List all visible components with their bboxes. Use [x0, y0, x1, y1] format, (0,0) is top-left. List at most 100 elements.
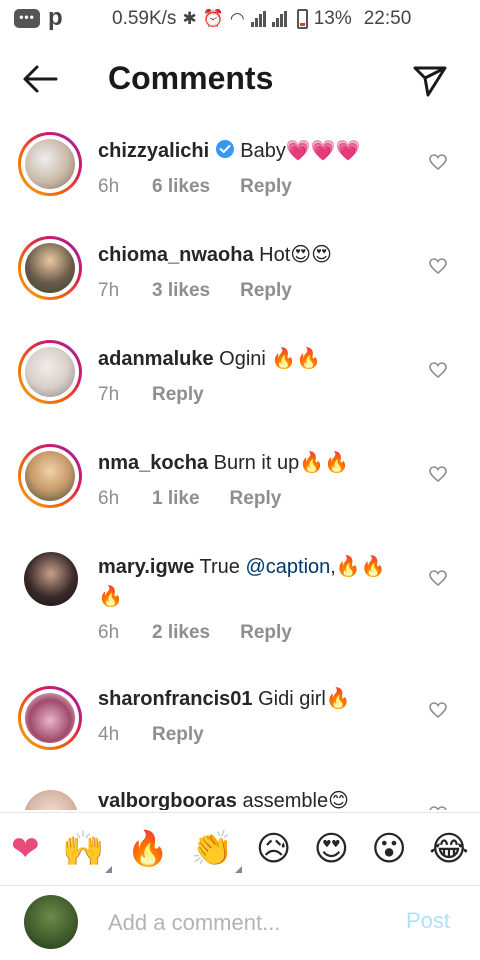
reply-button[interactable]: Reply: [152, 724, 204, 746]
header: Comments: [0, 48, 480, 112]
comment-text: chioma_nwaoha Hot😍😍: [98, 240, 408, 270]
status-right: 0.59K/s ✱ ⏰ ◠ 13% 22:50: [112, 8, 411, 30]
username[interactable]: chioma_nwaoha: [98, 244, 254, 266]
comment-meta: 6h 1 like Reply: [98, 488, 281, 510]
page-title: Comments: [108, 60, 274, 96]
laughing-emoji-button[interactable]: 😂: [429, 829, 469, 869]
username[interactable]: chizzyalichi: [98, 140, 209, 162]
avatar[interactable]: [18, 236, 82, 300]
comment-item: valborgbooras assemble😊: [0, 778, 480, 810]
comment-text: mary.igwe True @caption,🔥🔥🔥: [98, 552, 408, 612]
comment-input[interactable]: [106, 904, 390, 942]
avatar[interactable]: [18, 444, 82, 508]
comment-item: sharonfrancis01 Gidi girl🔥 4h Reply: [0, 674, 480, 778]
comment-body: Hot😍😍: [253, 244, 332, 266]
skin-tone-indicator-icon: [105, 866, 113, 873]
reply-button[interactable]: Reply: [240, 176, 292, 198]
reply-button[interactable]: Reply: [230, 488, 282, 510]
username[interactable]: adanmaluke: [98, 348, 214, 370]
comment-item: chioma_nwaoha Hot😍😍 7h 3 likes Reply: [0, 224, 480, 328]
like-heart-icon[interactable]: [428, 152, 448, 172]
username[interactable]: valborgbooras: [98, 790, 237, 810]
signal-icon-2: [271, 11, 287, 27]
avatar-image: [25, 451, 75, 501]
clapping-emoji: 👏: [191, 829, 234, 869]
comment-list[interactable]: chizzyalichi Baby💗💗💗 6h 6 likes Reply ch…: [0, 120, 480, 810]
p-icon: p: [48, 4, 63, 31]
avatar[interactable]: [24, 552, 78, 606]
comment-time: 7h: [98, 280, 120, 301]
username[interactable]: mary.igwe: [98, 556, 194, 578]
sad-emoji-button[interactable]: 😥: [256, 829, 291, 869]
emoji-quick-bar: ❤ 🙌 🔥 👏 😥 😍 😮 😂: [0, 812, 480, 886]
avatar[interactable]: [18, 340, 82, 404]
avatar[interactable]: [18, 132, 82, 196]
comment-body: assemble😊: [236, 790, 349, 810]
mention-link[interactable]: @caption: [245, 556, 330, 578]
signal-icon: [250, 11, 266, 27]
battery-level: 13%: [313, 8, 352, 29]
username[interactable]: sharonfrancis01: [98, 688, 253, 710]
comment-composer: Post: [0, 886, 480, 960]
comment-body: Baby💗💗💗: [234, 140, 361, 162]
comment-text: chizzyalichi Baby💗💗💗: [98, 136, 408, 166]
comment-likes[interactable]: 2 likes: [152, 622, 210, 644]
avatar[interactable]: [24, 790, 78, 810]
comment-text: adanmaluke Ogini 🔥🔥: [98, 344, 408, 374]
comment-likes[interactable]: 1 like: [152, 488, 200, 510]
raising-hands-emoji-button[interactable]: 🙌: [61, 829, 113, 873]
avatar[interactable]: [18, 686, 82, 750]
comment-text: sharonfrancis01 Gidi girl🔥: [98, 684, 408, 714]
share-button[interactable]: [410, 60, 454, 100]
username[interactable]: nma_kocha: [98, 452, 208, 474]
like-heart-icon[interactable]: [428, 256, 448, 276]
comment-meta: 7h Reply: [98, 384, 204, 406]
reply-button[interactable]: Reply: [240, 280, 292, 302]
arrow-left-icon: [23, 65, 58, 93]
comment-body-start: True: [194, 556, 246, 578]
surprised-emoji-button[interactable]: 😮: [371, 829, 406, 869]
like-heart-icon[interactable]: [428, 568, 448, 588]
raising-hands-emoji: 🙌: [61, 829, 105, 869]
send-icon: [413, 66, 447, 97]
like-heart-icon[interactable]: [428, 804, 448, 810]
status-left: ••• p: [14, 4, 63, 31]
clapping-emoji-button[interactable]: 👏: [191, 829, 242, 873]
comment-likes[interactable]: 3 likes: [152, 280, 210, 302]
comment-body: Gidi girl🔥: [252, 688, 351, 710]
avatar-image: [25, 243, 75, 293]
status-bar: ••• p 0.59K/s ✱ ⏰ ◠ 13% 22:50: [0, 0, 480, 38]
comment-time: 6h: [98, 488, 120, 509]
clock: 22:50: [363, 8, 412, 29]
like-heart-icon[interactable]: [428, 360, 448, 380]
heart-eyes-emoji-button[interactable]: 😍: [314, 829, 349, 869]
comment-item: mary.igwe True @caption,🔥🔥🔥 6h 2 likes R…: [0, 536, 480, 674]
comment-meta: 6h 2 likes Reply: [98, 622, 292, 644]
skin-tone-indicator-icon: [234, 866, 242, 873]
back-button[interactable]: [20, 62, 64, 98]
current-user-avatar: [24, 895, 78, 949]
like-heart-icon[interactable]: [428, 700, 448, 720]
verified-badge-icon: [215, 140, 234, 158]
comment-body: Burn it up🔥🔥: [208, 452, 350, 474]
reply-button[interactable]: Reply: [152, 384, 204, 406]
heart-emoji-button[interactable]: ❤: [11, 829, 40, 869]
comment-text: nma_kocha Burn it up🔥🔥: [98, 448, 408, 478]
comment-likes[interactable]: 6 likes: [152, 176, 210, 198]
chat-icon: •••: [14, 8, 40, 28]
comment-time: 6h: [98, 622, 120, 643]
comment-time: 7h: [98, 384, 120, 405]
fire-emoji-button[interactable]: 🔥: [127, 829, 169, 869]
post-button[interactable]: Post: [406, 908, 450, 934]
network-speed: 0.59K/s: [112, 8, 177, 29]
wifi-icon: ◠: [229, 9, 245, 28]
bluetooth-icon: ✱: [182, 9, 197, 28]
reply-button[interactable]: Reply: [240, 622, 292, 644]
comment-meta: 6h 6 likes Reply: [98, 176, 292, 198]
avatar-image: [25, 139, 75, 189]
like-heart-icon[interactable]: [428, 464, 448, 484]
comment-time: 4h: [98, 724, 120, 745]
comment-meta: 4h Reply: [98, 724, 204, 746]
comment-item: adanmaluke Ogini 🔥🔥 7h Reply: [0, 328, 480, 432]
avatar-image: [25, 693, 75, 743]
